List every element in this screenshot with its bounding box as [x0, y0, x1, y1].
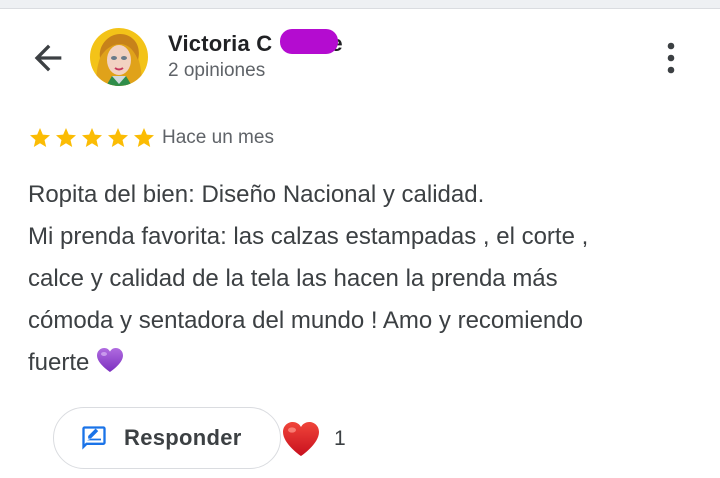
star-icon: [134, 128, 154, 147]
review-line: Mi prenda favorita: las calzas estampada…: [28, 223, 589, 250]
avatar-illustration: [90, 28, 148, 86]
review-count: 2 opiniones: [168, 60, 266, 81]
red-heart-icon[interactable]: [280, 419, 322, 459]
avatar[interactable]: [90, 28, 148, 86]
review-time: Hace un mes: [162, 127, 274, 148]
more-vert-icon[interactable]: [658, 40, 684, 76]
review-line: cómoda y sentadora del mundo ! Amo y rec…: [28, 307, 583, 334]
star-rating: [28, 126, 156, 150]
review-last-line: fuerte: [28, 342, 698, 384]
review-line: calce y calidad de la tela las hacen la …: [28, 265, 558, 292]
name-redaction: [280, 29, 338, 54]
star-icon: [82, 128, 102, 147]
reviewer-name[interactable]: Victoria C: [168, 31, 272, 57]
reply-label: Responder: [124, 425, 242, 450]
review-text: Ropita del bien: Diseño Nacional y calid…: [28, 174, 698, 384]
reaction-count: 1: [334, 427, 346, 450]
purple-heart-icon: [97, 348, 124, 372]
top-divider: [0, 0, 720, 9]
star-icon: [30, 128, 50, 147]
rate-review-icon: [82, 426, 106, 450]
star-icon: [56, 128, 76, 147]
reply-button[interactable]: Responder: [53, 407, 281, 469]
review-line: fuerte: [28, 349, 90, 376]
review-line: Ropita del bien: Diseño Nacional y calid…: [28, 181, 485, 208]
star-icon: [108, 128, 128, 147]
back-arrow-icon[interactable]: [28, 38, 68, 78]
